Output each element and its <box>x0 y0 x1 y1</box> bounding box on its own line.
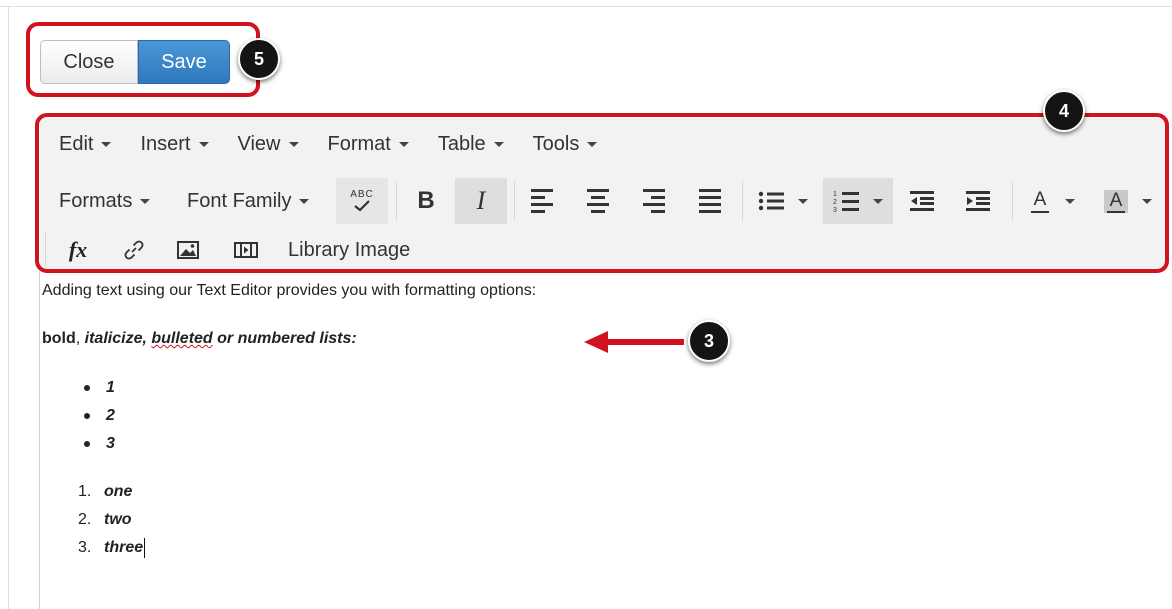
numbered-list: 1. one 2. two 3. three <box>78 478 146 562</box>
list-item: 1. one <box>78 483 133 500</box>
arrow-left-icon <box>584 331 608 353</box>
toolbar-highlight <box>35 113 1169 273</box>
list-item: 2. two <box>78 511 132 528</box>
list-item: 2 <box>84 402 115 430</box>
list-item: 1 <box>84 374 115 402</box>
editor-left-border <box>39 270 40 609</box>
frame-left-border <box>8 6 9 609</box>
frame-top-border <box>0 6 1172 7</box>
formatting-options-line: bold, italicize, bulleted or numbered li… <box>42 330 357 347</box>
list-item: 3. three <box>78 538 146 558</box>
intro-paragraph: Adding text using our Text Editor provid… <box>42 282 537 299</box>
save-group-highlight <box>26 22 260 97</box>
bullet-icon <box>84 441 90 447</box>
bullet-icon <box>84 413 90 419</box>
text-cursor <box>144 538 146 558</box>
list-item: 3 <box>84 430 115 458</box>
spelling-error-underline: bulleted <box>151 330 213 347</box>
callout-badge-3: 3 <box>688 320 730 362</box>
callout-badge-5: 5 <box>238 38 280 80</box>
callout-badge-4: 4 <box>1043 90 1085 132</box>
bulleted-list: 1 2 3 <box>84 374 115 458</box>
callout-arrow <box>606 339 684 345</box>
bullet-icon <box>84 385 90 391</box>
